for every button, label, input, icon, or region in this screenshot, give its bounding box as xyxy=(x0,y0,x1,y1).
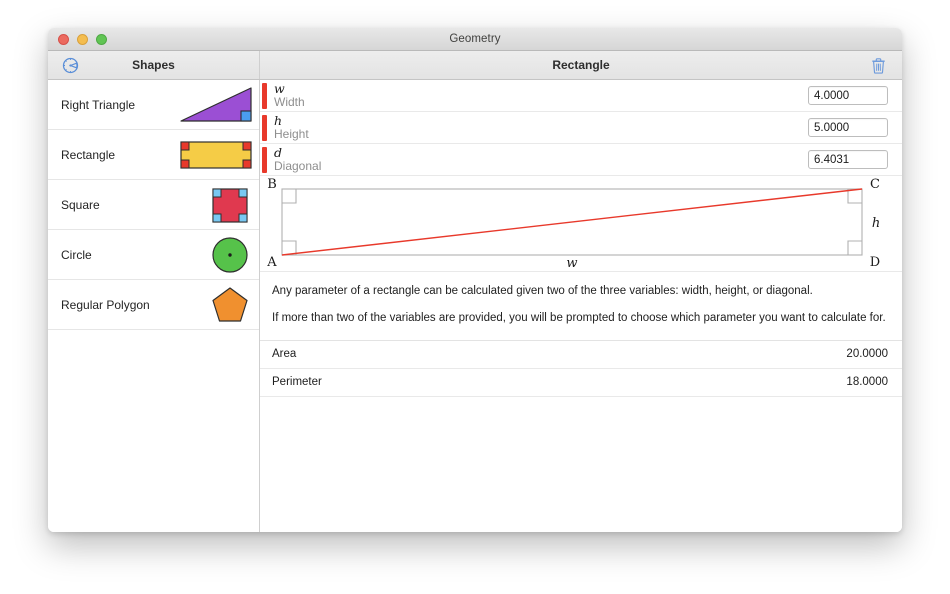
detail-empty-area xyxy=(260,396,902,532)
required-indicator-bar xyxy=(262,115,267,141)
result-row-perimeter: Perimeter 18.0000 xyxy=(260,369,902,397)
shapes-sidebar: Right Triangle Rectangle Square Circle R… xyxy=(48,80,260,532)
right-triangle-glyph xyxy=(180,86,252,122)
description-block: Any parameter of a rectangle can be calc… xyxy=(260,272,902,341)
vertex-label-a: A xyxy=(266,255,277,270)
square-thumb-icon xyxy=(177,183,255,227)
sidebar-item-right-triangle[interactable]: Right Triangle xyxy=(48,80,259,130)
result-label: Perimeter xyxy=(272,376,322,389)
diagonal-line xyxy=(281,188,863,256)
required-indicator-bar xyxy=(262,83,267,109)
circle-thumb-icon xyxy=(177,233,255,277)
window-body: Right Triangle Rectangle Square Circle R… xyxy=(48,80,902,532)
sidebar-item-regular-polygon[interactable]: Regular Polygon xyxy=(48,280,259,330)
diagonal-input[interactable] xyxy=(808,150,888,169)
parameter-symbol: d xyxy=(274,144,283,160)
description-paragraph-1: Any parameter of a rectangle can be calc… xyxy=(272,285,813,297)
toolbar: Shapes Rectangle xyxy=(48,51,902,80)
parameter-name: Width xyxy=(274,94,305,109)
sidebar-item-circle[interactable]: Circle xyxy=(48,230,259,280)
sidebar-item-label: Rectangle xyxy=(61,147,116,162)
height-dimension-label: h xyxy=(872,216,880,231)
rectangle-glyph xyxy=(180,140,252,169)
toolbar-sidebar-section: Shapes xyxy=(48,51,260,79)
square-glyph xyxy=(212,187,248,223)
rectangle-diagram: B C A D w h xyxy=(260,176,902,272)
trash-icon[interactable] xyxy=(868,55,888,75)
sidebar-item-square[interactable]: Square xyxy=(48,180,259,230)
vertex-label-c: C xyxy=(870,177,880,192)
right-triangle-thumb-icon xyxy=(177,83,255,127)
circle-glyph xyxy=(212,236,248,273)
pentagon-glyph xyxy=(212,286,248,322)
result-row-area: Area 20.0000 xyxy=(260,341,902,369)
detail-pane: w Width h Height d xyxy=(260,80,902,532)
protractor-icon[interactable] xyxy=(60,55,80,75)
height-input[interactable] xyxy=(808,118,888,137)
rectangle-thumb-icon xyxy=(177,133,255,177)
sidebar-item-label: Right Triangle xyxy=(61,97,136,112)
parameter-row-diagonal: d Diagonal xyxy=(260,144,902,176)
sidebar-item-rectangle[interactable]: Rectangle xyxy=(48,130,259,180)
window-titlebar: Geometry xyxy=(48,28,902,51)
desktop-background: Geometry Shapes Rectangle Right Triangle… xyxy=(0,0,950,594)
vertex-label-d: D xyxy=(870,255,880,270)
minimize-button[interactable] xyxy=(77,33,88,45)
detail-heading: Rectangle xyxy=(552,58,610,72)
maximize-button[interactable] xyxy=(96,33,107,45)
window-controls xyxy=(58,33,107,45)
parameter-text-width: w Width xyxy=(274,80,305,109)
width-dimension-label: w xyxy=(566,256,577,271)
toolbar-detail-section: Rectangle xyxy=(260,51,902,79)
sidebar-item-label: Square xyxy=(61,197,100,212)
application-window: Geometry Shapes Rectangle Right Triangle… xyxy=(48,28,902,532)
parameter-name: Height xyxy=(274,126,309,141)
parameter-symbol: w xyxy=(274,80,285,96)
regular-polygon-thumb-icon xyxy=(177,283,255,327)
sidebar-item-label: Regular Polygon xyxy=(61,297,150,312)
parameter-row-height: h Height xyxy=(260,112,902,144)
parameter-text-height: h Height xyxy=(274,112,309,141)
close-button[interactable] xyxy=(58,33,69,45)
protractor-icon-glyph xyxy=(62,57,78,73)
vertex-label-b: B xyxy=(267,177,277,192)
description-paragraph-2: If more than two of the variables are pr… xyxy=(272,312,886,325)
parameter-symbol: h xyxy=(274,112,283,128)
trash-icon-glyph xyxy=(871,57,885,74)
required-indicator-bar xyxy=(262,147,267,173)
result-label: Area xyxy=(272,348,297,361)
result-value: 18.0000 xyxy=(846,376,888,389)
sidebar-item-label: Circle xyxy=(61,247,92,262)
width-input[interactable] xyxy=(808,86,888,105)
result-value: 20.0000 xyxy=(846,348,888,361)
parameter-row-width: w Width xyxy=(260,80,902,112)
window-title: Geometry xyxy=(449,33,501,45)
parameter-name: Diagonal xyxy=(274,158,322,173)
rectangle-diagram-svg: B C A D w h xyxy=(266,177,880,271)
parameter-text-diagonal: d Diagonal xyxy=(274,144,322,173)
